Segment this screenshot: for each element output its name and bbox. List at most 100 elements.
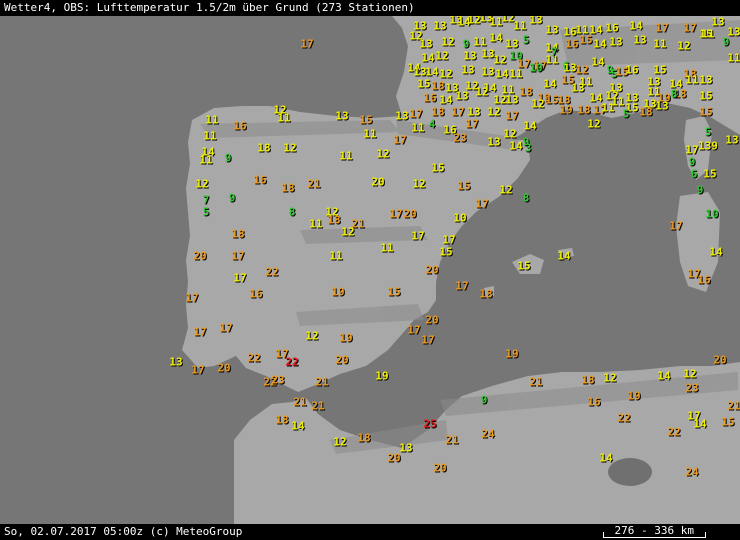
station-temperature: 22: [285, 355, 299, 369]
station-temperature: 19: [375, 369, 389, 383]
station-temperature: 20: [193, 249, 207, 263]
station-temperature: 17: [451, 105, 465, 119]
station-temperature: 11: [653, 37, 667, 51]
station-temperature: 13: [633, 33, 647, 47]
scale-bar: [602, 532, 706, 538]
station-temperature: 17: [393, 133, 407, 147]
station-temperature: 18: [431, 79, 445, 93]
station-temperature: 15: [579, 33, 593, 47]
station-temperature: 11: [205, 113, 219, 127]
station-temperature: 12: [503, 127, 517, 141]
station-temperature: 14: [599, 451, 613, 465]
station-layer: 13 13 13 14 12 13 11 12 11 13 13 16 11 14 16 14 17 17 15 13…: [0, 0, 740, 540]
station-temperature: 11: [701, 27, 715, 41]
timestamp: So, 02.07.2017 05:00z (c) MeteoGroup: [4, 525, 243, 538]
station-temperature: 17: [233, 271, 247, 285]
station-temperature: 11: [309, 217, 323, 231]
station-temperature: 21: [311, 399, 325, 413]
station-temperature: 12: [376, 147, 390, 161]
station-temperature: 12: [475, 85, 489, 99]
station-temperature: 11: [513, 19, 527, 33]
station-temperature: 19: [331, 285, 345, 299]
scale-indicator: 276 - 336 km: [602, 524, 706, 540]
station-temperature: 15: [703, 167, 717, 181]
station-temperature: 16: [565, 37, 579, 51]
station-temperature: 13: [699, 73, 713, 87]
station-temperature: 9: [688, 155, 696, 169]
station-temperature: 13: [487, 135, 501, 149]
station-temperature: 14: [439, 93, 453, 107]
station-temperature: 18: [431, 105, 445, 119]
station-temperature: 16: [423, 91, 437, 105]
station-temperature: 17: [655, 21, 669, 35]
station-temperature: 4: [428, 117, 436, 131]
station-temperature: 17: [465, 117, 479, 131]
station-temperature: 14: [709, 245, 723, 259]
station-temperature: 13: [169, 355, 183, 369]
station-temperature: 11: [199, 153, 213, 167]
station-temperature: 21: [445, 433, 459, 447]
station-temperature: 13: [609, 35, 623, 49]
station-temperature: 12: [499, 183, 513, 197]
station-temperature: 13: [335, 109, 349, 123]
station-temperature: 12: [493, 53, 507, 67]
station-temperature: 15: [387, 285, 401, 299]
station-temperature: 14: [291, 419, 305, 433]
station-temperature: 11: [363, 127, 377, 141]
station-temperature: 18: [275, 413, 289, 427]
station-temperature: 9: [480, 393, 488, 407]
station-temperature: 22: [617, 411, 631, 425]
station-temperature: 12: [441, 35, 455, 49]
station-temperature: 13: [419, 37, 433, 51]
station-temperature: 15: [417, 77, 431, 91]
station-temperature: 15: [517, 259, 531, 273]
station-temperature: 21: [307, 177, 321, 191]
station-temperature: 14: [495, 67, 509, 81]
station-temperature: 18: [281, 181, 295, 195]
station-temperature: 15: [699, 89, 713, 103]
station-temperature: 139: [698, 139, 718, 153]
station-temperature: 20: [335, 353, 349, 367]
station-temperature: 16: [233, 119, 247, 133]
station-temperature: 25: [423, 417, 437, 431]
status-bar: So, 02.07.2017 05:00z (c) MeteoGroup 276…: [0, 524, 740, 540]
station-temperature: 18: [231, 227, 245, 241]
station-temperature: 7: [550, 45, 558, 59]
station-temperature: 21: [727, 399, 740, 413]
station-temperature: 11: [473, 35, 487, 49]
station-temperature: 13: [481, 65, 495, 79]
station-temperature: 12: [283, 141, 297, 155]
station-temperature: 24: [685, 465, 699, 479]
station-temperature: 21: [315, 375, 329, 389]
station-temperature: 17: [409, 107, 423, 121]
station-temperature: 21: [293, 395, 307, 409]
station-temperature: 17: [407, 323, 421, 337]
station-temperature: 5: [202, 205, 210, 219]
station-temperature: 13: [711, 15, 725, 29]
station-temperature: 12: [333, 435, 347, 449]
station-temperature: 20: [217, 361, 231, 375]
station-temperature: 17: [219, 321, 233, 335]
station-temperature: 22: [247, 351, 261, 365]
station-temperature: 14: [657, 369, 671, 383]
station-temperature: 17: [191, 363, 205, 377]
station-temperature: 12: [412, 177, 426, 191]
station-temperature: 17: [455, 279, 469, 293]
station-temperature: 13: [455, 89, 469, 103]
station-temperature: 13: [529, 13, 543, 27]
station-temperature: 18: [577, 103, 591, 117]
station-temperature: 14: [425, 65, 439, 79]
station-temperature: 13: [463, 49, 477, 63]
station-temperature: 12: [195, 177, 209, 191]
station-temperature: 12: [603, 371, 617, 385]
station-temperature: 9: [722, 35, 730, 49]
station-temperature: 11: [277, 111, 291, 125]
station-temperature: 12: [341, 225, 355, 239]
station-temperature: 16: [253, 173, 267, 187]
station-temperature: 22: [265, 265, 279, 279]
station-temperature: 19: [505, 347, 519, 361]
station-temperature: 20: [425, 263, 439, 277]
station-temperature: 18: [479, 287, 493, 301]
station-temperature: 19: [339, 331, 353, 345]
station-temperature: 16: [697, 273, 711, 287]
